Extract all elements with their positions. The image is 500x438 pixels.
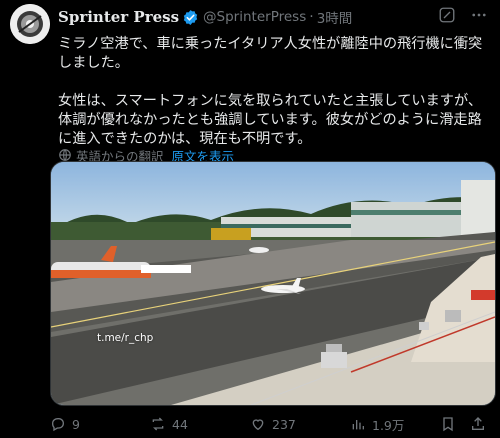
like-icon [250,416,266,432]
bookmark-icon [440,416,456,432]
grok-icon[interactable] [438,6,456,24]
action-bar: 9 44 237 1.9万 [50,414,490,434]
timestamp[interactable]: 3時間 [317,7,353,27]
tweet-header: Sprinter Press @SprinterPress · 3時間 [58,6,488,28]
views-icon [350,416,366,432]
reply-button[interactable]: 9 [50,414,80,434]
more-icon[interactable] [470,6,488,24]
repost-count: 44 [172,416,188,432]
tweet-paragraph-2: 女性は、スマートフォンに気を取られていたと主張していますが、体調が優れなかったと… [58,93,483,147]
views-count: 1.9万 [372,417,405,433]
separator-dot: · [309,9,314,25]
tweet: Sprinter Press @SprinterPress · 3時間 ミラノ空… [0,0,500,438]
reply-icon [50,416,66,432]
like-button[interactable]: 237 [250,414,296,434]
header-actions [438,6,488,24]
tweet-text: ミラノ空港で、車に乗ったイタリア人女性が離陸中の飛行機に衝突しました。 女性は、… [58,35,490,149]
bookmark-button[interactable] [440,414,456,434]
video-player[interactable]: t.me/r_chp [50,161,496,406]
globe-icon [58,148,72,162]
share-icon [470,416,486,432]
like-count: 237 [272,416,296,432]
verified-badge-icon [182,9,199,26]
views-button[interactable]: 1.9万 [350,414,404,434]
handle[interactable]: @SprinterPress [203,9,306,25]
display-name[interactable]: Sprinter Press [58,8,179,26]
avatar[interactable] [10,4,50,44]
tweet-paragraph-1: ミラノ空港で、車に乗ったイタリア人女性が離陸中の飛行機に衝突しました。 [58,36,483,71]
video-watermark: t.me/r_chp [97,332,154,344]
share-button[interactable] [470,414,486,434]
repost-icon [150,416,166,432]
airport-scene [51,162,495,405]
reply-count: 9 [72,416,80,432]
repost-button[interactable]: 44 [150,414,188,434]
